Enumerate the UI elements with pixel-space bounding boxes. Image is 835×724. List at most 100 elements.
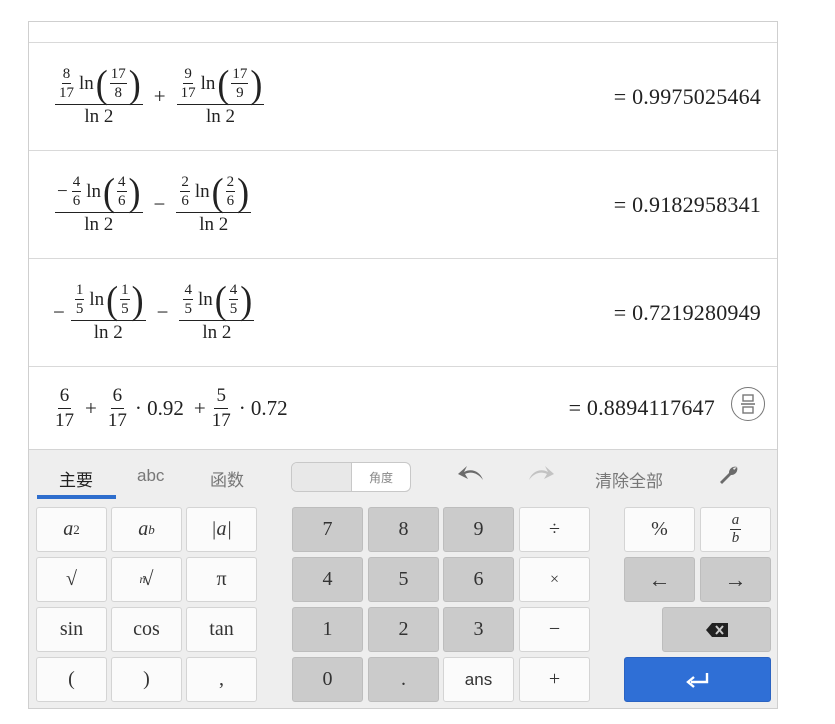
left-paren: (: [214, 278, 227, 322]
operator: −: [153, 192, 166, 216]
key-power[interactable]: ab: [111, 507, 182, 552]
enter-icon: [685, 672, 708, 688]
key-minus[interactable]: −: [519, 607, 590, 652]
tab-functions[interactable]: 函数: [210, 466, 244, 491]
key-abs[interactable]: |a|: [186, 507, 257, 552]
expression-row-4[interactable]: 6 17 + 6 17 · 0.92 + 5 17 · 0.72 = 0.889411…: [29, 366, 777, 449]
degree-mode-toggle[interactable]: 角度: [291, 462, 411, 492]
key-sqrt[interactable]: √: [36, 557, 107, 602]
key-comma[interactable]: ,: [186, 657, 257, 702]
undo-arrow-icon[interactable]: [456, 463, 486, 485]
left-paren: (: [95, 62, 108, 106]
key-ans[interactable]: ans: [443, 657, 514, 702]
empty-expression-row[interactable]: [29, 22, 777, 42]
tab-abc[interactable]: abc: [137, 466, 164, 486]
key-decimal-point[interactable]: .: [368, 657, 439, 702]
leading-sign: −: [53, 300, 65, 324]
expression-row-3[interactable]: − 15 ln ( 15 ) ln 2 − 45 ln ( 45 ) ln 2 …: [29, 258, 777, 366]
term-fraction: 15 ln ( 15 ) ln 2: [70, 278, 146, 343]
key-right-paren[interactable]: ): [111, 657, 182, 702]
tab-main[interactable]: 主要: [59, 466, 93, 491]
key-left-paren[interactable]: (: [36, 657, 107, 702]
key-1[interactable]: 1: [292, 607, 363, 652]
redo-arrow-icon[interactable]: [526, 463, 556, 485]
expression-3: − 15 ln ( 15 ) ln 2 − 45 ln ( 45 ) ln 2: [53, 259, 256, 366]
coefficient-fraction: 8 17: [59, 66, 74, 101]
key-9[interactable]: 9: [443, 507, 514, 552]
radian-option[interactable]: [292, 463, 352, 491]
key-percent[interactable]: %: [624, 507, 695, 552]
operator: −: [156, 300, 169, 324]
coefficient-fraction: 45: [183, 282, 193, 317]
coefficient-fraction: 26: [180, 174, 190, 209]
term-fraction: 9 17 ln ( 17 9 ) ln 2: [176, 62, 265, 127]
key-8[interactable]: 8: [368, 507, 439, 552]
key-sin[interactable]: sin: [36, 607, 107, 652]
key-fraction[interactable]: a b: [700, 507, 771, 552]
key-plus[interactable]: +: [519, 657, 590, 702]
result-1: = 0.9975025464: [613, 83, 761, 109]
argument-fraction: 15: [120, 282, 130, 317]
key-multiply[interactable]: ×: [519, 557, 590, 602]
expression-row-2[interactable]: − 46 ln ( 46 ) ln 2 − 26 ln ( 26 ) ln 2 …: [29, 150, 777, 258]
key-4[interactable]: 4: [292, 557, 363, 602]
result-2: = 0.9182958341: [613, 191, 761, 217]
left-paren: (: [217, 62, 230, 106]
fraction: 6 17: [107, 384, 127, 431]
term-fraction: 8 17 ln ( 17 8 ) ln 2: [55, 62, 143, 127]
right-paren: ): [128, 62, 141, 106]
key-0[interactable]: 0: [292, 657, 363, 702]
coefficient-fraction: 9 17: [180, 66, 196, 101]
active-tab-indicator: [37, 495, 116, 499]
key-cursor-left[interactable]: ←: [624, 557, 695, 602]
result-3: = 0.7219280949: [613, 299, 761, 325]
key-5[interactable]: 5: [368, 557, 439, 602]
multiplier: · 0.92: [134, 395, 184, 420]
sign: −: [57, 181, 68, 202]
expression-1: 8 17 ln ( 17 8 ) ln 2 + 9 17 ln ( 17 9 ) ln …: [53, 43, 266, 150]
operator: +: [153, 84, 166, 108]
key-2[interactable]: 2: [368, 607, 439, 652]
left-paren: (: [211, 170, 224, 214]
term-fraction: − 46 ln ( 46 ) ln 2: [55, 170, 143, 235]
degree-option[interactable]: 角度: [352, 463, 410, 491]
key-7[interactable]: 7: [292, 507, 363, 552]
left-paren: (: [106, 278, 119, 322]
fraction: 6 17: [55, 384, 74, 431]
key-cos[interactable]: cos: [111, 607, 182, 652]
fraction: 5 17: [211, 384, 231, 431]
key-pi[interactable]: π: [186, 557, 257, 602]
term-fraction: 26 ln ( 26 ) ln 2: [176, 170, 252, 235]
clear-all-button[interactable]: 清除全部: [595, 467, 663, 492]
right-paren: ): [237, 170, 250, 214]
expression-4: 6 17 + 6 17 · 0.92 + 5 17 · 0.72: [53, 367, 294, 449]
term-fraction: 45 ln ( 45 ) ln 2: [179, 278, 255, 343]
key-divide[interactable]: ÷: [519, 507, 590, 552]
argument-fraction: 26: [225, 174, 236, 209]
expression-row-1[interactable]: 8 17 ln ( 17 8 ) ln 2 + 9 17 ln ( 17 9 ) ln …: [29, 42, 777, 150]
key-square[interactable]: a2: [36, 507, 107, 552]
argument-fraction: 17 8: [109, 66, 127, 101]
expression-2: − 46 ln ( 46 ) ln 2 − 26 ln ( 26 ) ln 2: [53, 151, 253, 258]
key-nth-root[interactable]: n √: [111, 557, 182, 602]
key-enter[interactable]: [624, 657, 771, 702]
operator: +: [193, 395, 206, 420]
right-paren: ): [128, 170, 141, 214]
key-tan[interactable]: tan: [186, 607, 257, 652]
key-cursor-right[interactable]: →: [700, 557, 771, 602]
keypad: 主要 abc 函数 角度 清除全部 a2 ab |a| √ n √ π sin …: [29, 449, 777, 708]
calculator-window: 8 17 ln ( 17 8 ) ln 2 + 9 17 ln ( 17 9 ) ln …: [28, 21, 778, 709]
wrench-icon[interactable]: [718, 464, 740, 486]
left-paren: (: [103, 170, 115, 214]
key-backspace[interactable]: [662, 607, 771, 652]
coefficient-fraction: 15: [74, 282, 85, 317]
key-3[interactable]: 3: [443, 607, 514, 652]
coefficient-fraction: 46: [71, 174, 82, 209]
multiplier: · 0.72: [238, 395, 288, 420]
right-paren: ): [250, 62, 263, 106]
key-6[interactable]: 6: [443, 557, 514, 602]
fraction-toggle-icon[interactable]: [731, 387, 765, 421]
result-4: = 0.8894117647: [568, 395, 715, 420]
right-paren: ): [240, 278, 253, 322]
argument-fraction: 46: [117, 174, 127, 209]
